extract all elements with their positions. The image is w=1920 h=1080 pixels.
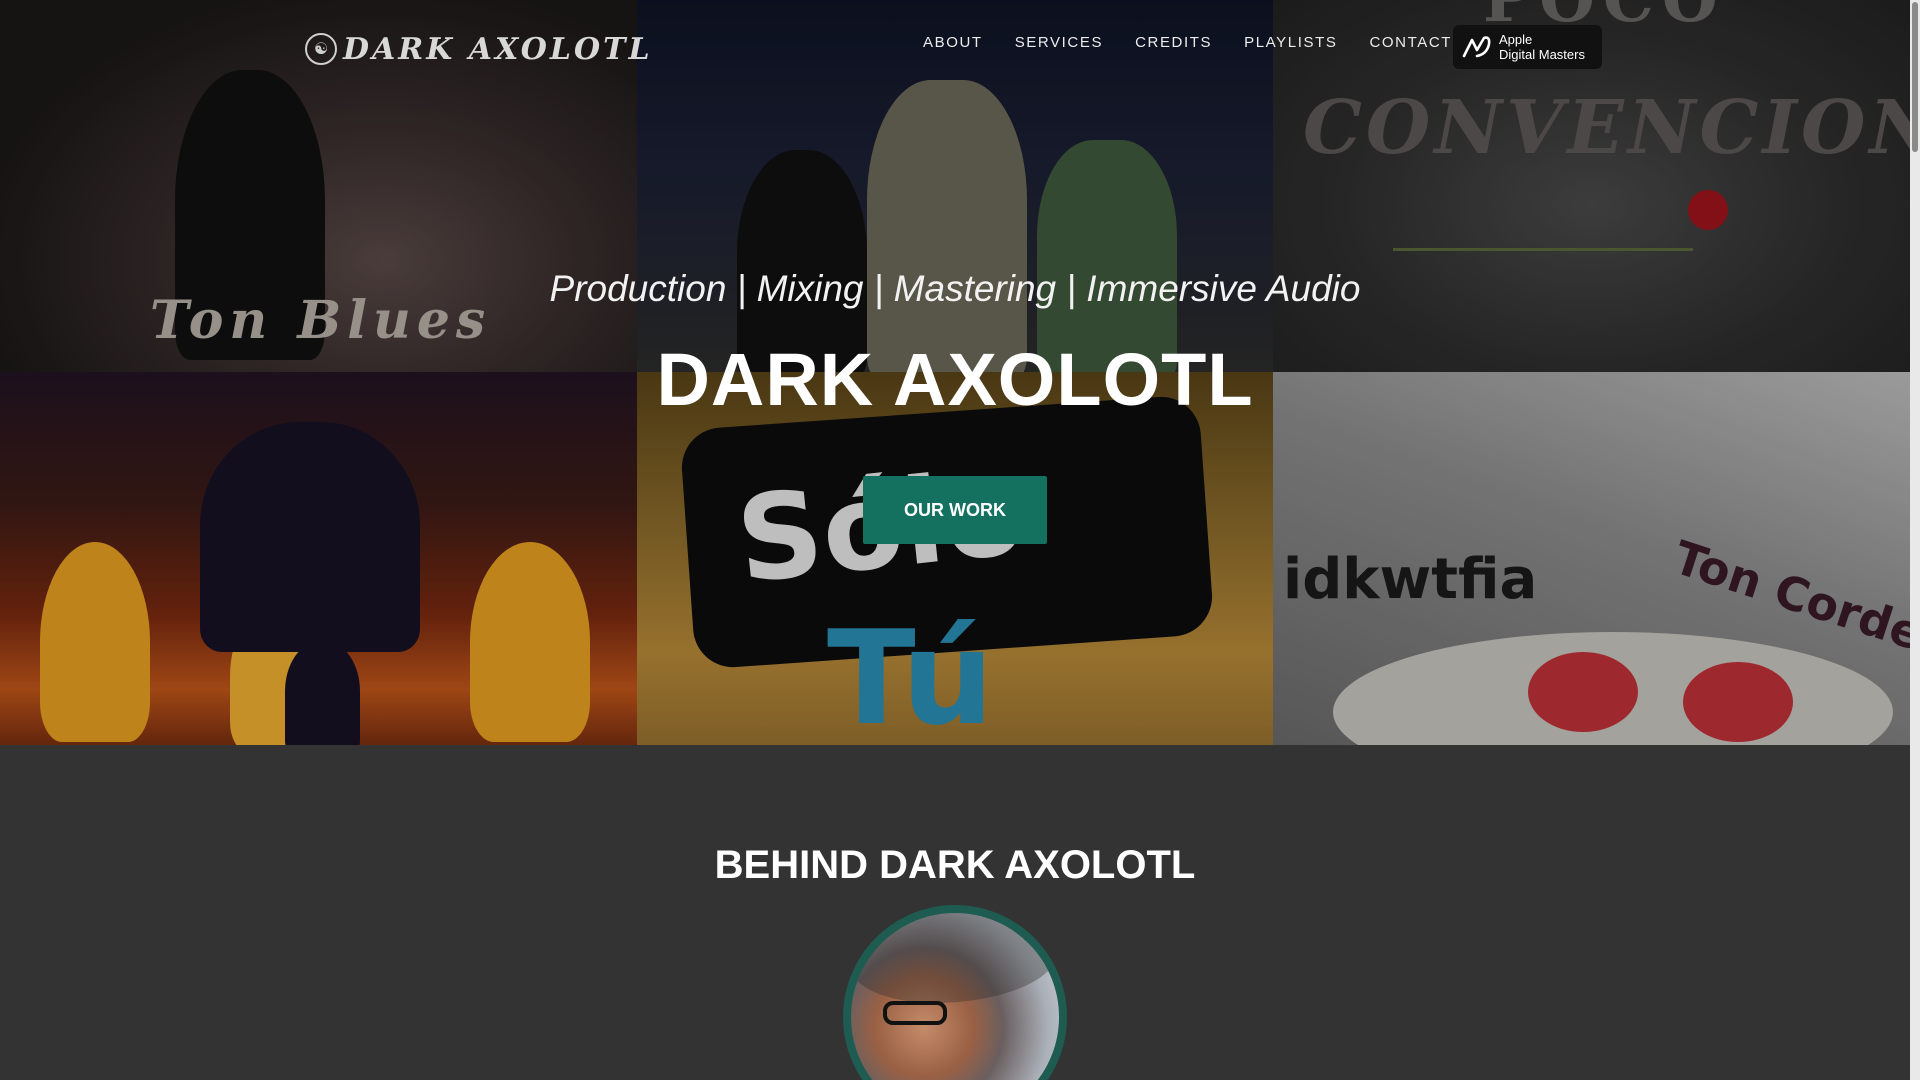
nav-about[interactable]: ABOUT (923, 34, 983, 51)
badge-line2: Digital Masters (1499, 47, 1585, 62)
our-work-button[interactable]: OUR WORK (863, 476, 1047, 544)
scrollbar-thumb[interactable] (1912, 2, 1918, 152)
about-title: BEHIND DARK AXOLOTL (714, 843, 1196, 887)
apple-digital-masters-icon (1462, 36, 1491, 58)
site-logo[interactable]: ☯ DARK AXOLOTL (305, 30, 653, 68)
logo-text: DARK AXOLOTL (343, 31, 653, 67)
badge-line1: Apple (1499, 32, 1533, 47)
nav-playlists[interactable]: PLAYLISTS (1244, 34, 1337, 51)
hero-tagline: Production | Mixing | Mastering | Immers… (549, 268, 1361, 309)
hero-section: Ton Blues POCO CONVENCIONAL Sólo Tú idkw… (0, 0, 1910, 745)
glasses-detail (883, 1001, 947, 1025)
hero-title: DARK AXOLOTL (656, 338, 1254, 421)
nav-credits[interactable]: CREDITS (1135, 34, 1212, 51)
apple-digital-masters-badge[interactable]: Apple Digital Masters (1453, 25, 1602, 69)
badge-text: Apple Digital Masters (1499, 32, 1585, 62)
avatar (843, 905, 1067, 1080)
nav-contact[interactable]: CONTACT (1369, 34, 1452, 51)
nav-services[interactable]: SERVICES (1015, 34, 1103, 51)
main-nav: ABOUT SERVICES CREDITS PLAYLISTS CONTACT (923, 34, 1452, 51)
axolotl-emblem-icon: ☯ (305, 33, 337, 65)
scrollbar[interactable] (1910, 0, 1920, 1080)
